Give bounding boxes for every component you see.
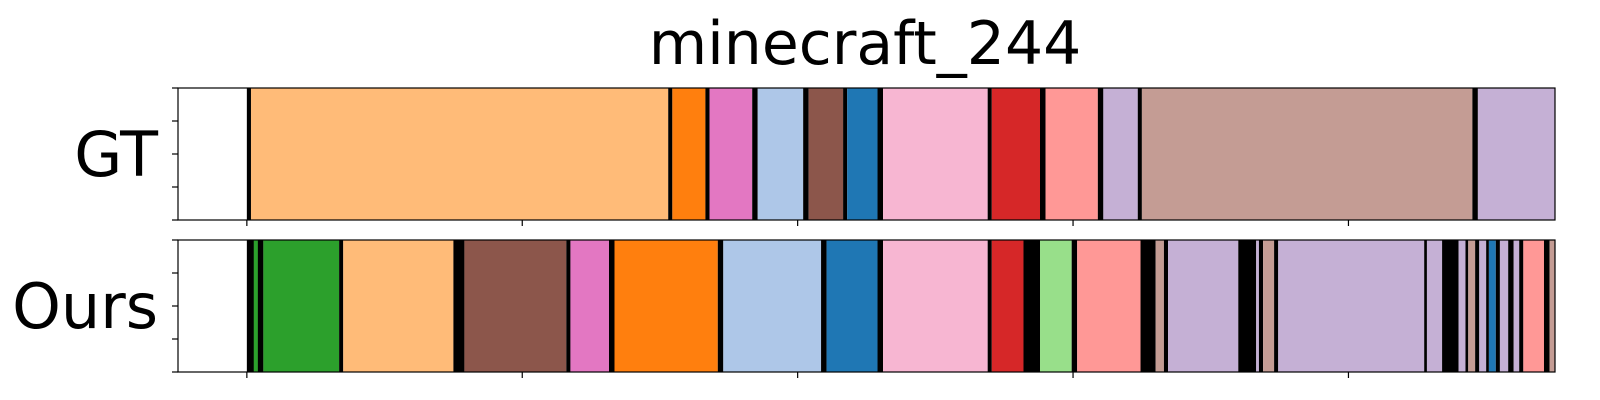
segment-ours-27 [1168, 240, 1239, 372]
row-label-gt: GT [74, 118, 159, 191]
segment-ours-34 [1424, 240, 1427, 372]
segment-ours-29 [1256, 240, 1259, 372]
segment-ours-30 [1258, 240, 1264, 372]
segment-gt-0 [178, 88, 247, 220]
segment-ours-31 [1263, 240, 1275, 372]
segment-gt-3 [668, 88, 673, 220]
segment-ours-39 [1468, 240, 1476, 372]
segment-ours-20 [1023, 240, 1041, 372]
segment-ours-15 [826, 240, 878, 372]
segment-ours-0 [178, 240, 247, 372]
segment-gt-2 [250, 88, 669, 220]
segment-ours-47 [1513, 240, 1520, 372]
segment-ours-21 [1040, 240, 1072, 372]
segment-ours-49 [1523, 240, 1544, 372]
segment-ours-18 [987, 240, 992, 372]
segment-ours-48 [1519, 240, 1524, 372]
row-gt: GT [74, 87, 1556, 226]
segment-ours-14 [821, 240, 827, 372]
segment-gt-13 [877, 88, 884, 220]
segment-gt-12 [847, 88, 878, 220]
segment-ours-52 [1578, 240, 1582, 372]
segment-gt-17 [1040, 88, 1046, 220]
segmentation-chart: minecraft_244 GT Ours [12, 9, 1600, 378]
segment-gt-22 [1141, 88, 1473, 220]
segment-ours-3 [263, 240, 340, 372]
segment-ours-50 [1543, 240, 1550, 372]
segment-ours-24 [1140, 240, 1156, 372]
segment-gt-9 [803, 88, 809, 220]
segment-ours-8 [566, 240, 571, 372]
segment-gt-21 [1137, 88, 1142, 220]
segment-gt-7 [752, 88, 758, 220]
segment-ours-51 [1549, 240, 1555, 372]
segment-ours-25 [1155, 240, 1164, 372]
segment-ours-28 [1238, 240, 1257, 372]
segment-gt-10 [808, 88, 844, 220]
segment-ours-45 [1499, 240, 1509, 372]
segment-ours-9 [570, 240, 610, 372]
segment-ours-53 [1583, 240, 1600, 372]
segment-gt-4 [672, 88, 706, 220]
segment-ours-46 [1508, 240, 1514, 372]
segment-gt-1 [246, 88, 251, 220]
segment-ours-38 [1465, 240, 1469, 372]
row-ours: Ours [12, 239, 1600, 378]
segment-gt-8 [757, 88, 804, 220]
segment-ours-10 [609, 240, 615, 372]
segment-gt-15 [987, 88, 992, 220]
segment-gt-11 [843, 88, 848, 220]
segment-gt-23 [1472, 88, 1478, 220]
segment-ours-35 [1426, 240, 1443, 372]
segment-ours-19 [991, 240, 1024, 372]
segment-ours-26 [1163, 240, 1169, 372]
chart-title: minecraft_244 [649, 9, 1082, 79]
segment-gt-14 [883, 88, 988, 220]
segment-ours-6 [453, 240, 465, 372]
segment-ours-2 [253, 240, 258, 372]
segment-ours-44 [1495, 240, 1500, 372]
segments [178, 88, 1555, 220]
segment-ours-40 [1475, 240, 1480, 372]
chart-rows: GT Ours [12, 87, 1600, 378]
segment-gt-20 [1103, 88, 1138, 220]
segment-ours-22 [1071, 240, 1078, 372]
segment-ours-43 [1488, 240, 1496, 372]
segment-ours-17 [883, 240, 988, 372]
segment-ours-36 [1442, 240, 1459, 372]
segment-ours-13 [723, 240, 822, 372]
segment-ours-5 [343, 240, 454, 372]
segment-ours-42 [1486, 240, 1489, 372]
segment-ours-32 [1274, 240, 1279, 372]
segments [178, 240, 1600, 372]
segment-ours-4 [339, 240, 344, 372]
segment-ours-37 [1458, 240, 1466, 372]
segment-ours-23 [1077, 240, 1141, 372]
segment-gt-6 [709, 88, 753, 220]
segment-gt-24 [1477, 88, 1555, 220]
segment-gt-19 [1097, 88, 1104, 220]
segment-ours-33 [1278, 240, 1425, 372]
segment-gt-16 [991, 88, 1041, 220]
segment-ours-41 [1479, 240, 1487, 372]
segment-gt-18 [1045, 88, 1098, 220]
segment-ours-16 [877, 240, 884, 372]
segment-ours-11 [614, 240, 718, 372]
segment-gt-5 [705, 88, 710, 220]
segment-ours-12 [717, 240, 724, 372]
segment-ours-7 [464, 240, 567, 372]
row-label-ours: Ours [12, 270, 158, 343]
